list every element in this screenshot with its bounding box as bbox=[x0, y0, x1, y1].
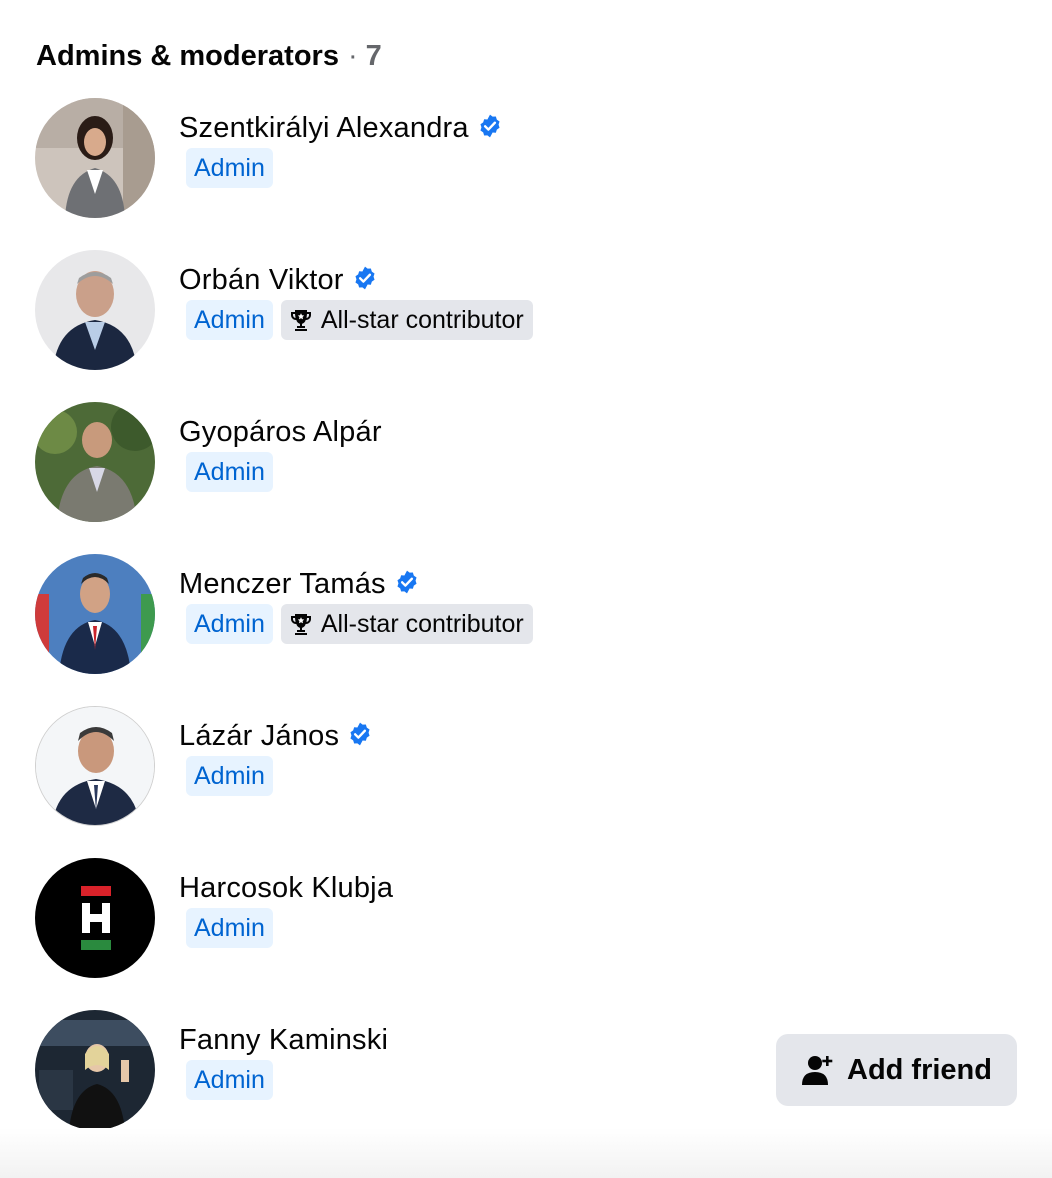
admin-badge: Admin bbox=[186, 148, 273, 188]
trophy-icon bbox=[289, 308, 313, 332]
admin-badge: Admin bbox=[186, 604, 273, 644]
member-info: Lázár János Admin bbox=[179, 716, 373, 796]
member-name[interactable]: Fanny Kaminski bbox=[179, 1024, 388, 1057]
verified-badge-icon bbox=[347, 721, 373, 747]
member-row: Lázár János Admin bbox=[0, 706, 1052, 830]
member-count: 7 bbox=[365, 40, 382, 72]
verified-badge-icon bbox=[394, 569, 420, 595]
admin-badge: Admin bbox=[186, 756, 273, 796]
avatar[interactable] bbox=[35, 706, 155, 826]
section-header: Admins & moderators · 7 bbox=[36, 40, 382, 74]
avatar[interactable] bbox=[35, 402, 155, 522]
avatar[interactable] bbox=[35, 1010, 155, 1130]
all-star-label: All-star contributor bbox=[320, 306, 524, 334]
avatar[interactable] bbox=[35, 554, 155, 674]
member-row: Orbán Viktor Admin All-star contributor bbox=[0, 250, 1052, 374]
add-friend-icon bbox=[801, 1053, 835, 1087]
member-name[interactable]: Harcosok Klubja bbox=[179, 872, 393, 905]
member-info: Szentkirályi Alexandra Admin bbox=[179, 108, 503, 188]
member-name[interactable]: Menczer Tamás bbox=[179, 568, 386, 601]
avatar[interactable] bbox=[35, 250, 155, 370]
member-info: Menczer Tamás Admin All-star contributor bbox=[179, 564, 533, 644]
avatar[interactable] bbox=[35, 858, 155, 978]
member-name[interactable]: Szentkirályi Alexandra bbox=[179, 112, 469, 145]
avatar[interactable] bbox=[35, 98, 155, 218]
member-info: Fanny Kaminski Admin bbox=[179, 1020, 388, 1100]
verified-badge-icon bbox=[477, 113, 503, 139]
member-row: Szentkirályi Alexandra Admin bbox=[0, 98, 1052, 222]
section-title: Admins & moderators bbox=[36, 40, 339, 72]
member-row: Harcosok Klubja Admin bbox=[0, 858, 1052, 982]
bottom-fade bbox=[0, 1128, 1052, 1178]
admin-badge: Admin bbox=[186, 452, 273, 492]
admin-badge: Admin bbox=[186, 908, 273, 948]
member-row: Menczer Tamás Admin All-star contributor bbox=[0, 554, 1052, 678]
member-info: Orbán Viktor Admin All-star contributor bbox=[179, 260, 533, 340]
member-info: Gyopáros Alpár Admin bbox=[179, 412, 382, 492]
member-name[interactable]: Gyopáros Alpár bbox=[179, 416, 382, 449]
verified-badge-icon bbox=[352, 265, 378, 291]
all-star-contributor-badge: All-star contributor bbox=[280, 604, 533, 644]
add-friend-label: Add friend bbox=[847, 1053, 992, 1086]
member-info: Harcosok Klubja Admin bbox=[179, 868, 393, 948]
member-name[interactable]: Orbán Viktor bbox=[179, 264, 344, 297]
all-star-label: All-star contributor bbox=[320, 610, 524, 638]
trophy-icon bbox=[289, 612, 313, 636]
section-separator: · bbox=[347, 40, 358, 72]
member-name[interactable]: Lázár János bbox=[179, 720, 339, 753]
all-star-contributor-badge: All-star contributor bbox=[280, 300, 533, 340]
add-friend-button[interactable]: Add friend bbox=[776, 1034, 1017, 1106]
admin-badge: Admin bbox=[186, 300, 273, 340]
admin-badge: Admin bbox=[186, 1060, 273, 1100]
member-row: Gyopáros Alpár Admin bbox=[0, 402, 1052, 526]
